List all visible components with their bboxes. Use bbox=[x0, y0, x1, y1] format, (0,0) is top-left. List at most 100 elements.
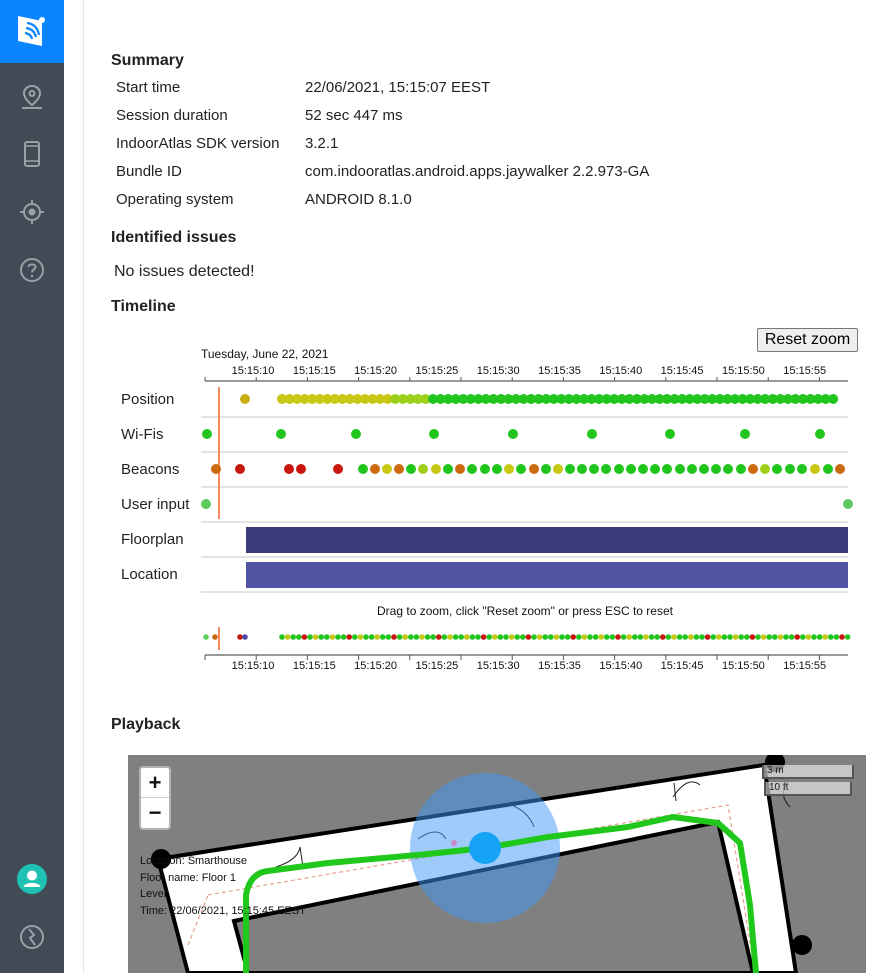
timeline-event-dot[interactable] bbox=[638, 464, 648, 474]
timeline-event-dot[interactable] bbox=[760, 634, 767, 640]
timeline-event-dot[interactable] bbox=[828, 634, 834, 640]
timeline-event-dot[interactable] bbox=[211, 464, 221, 474]
timeline-event-dot[interactable] bbox=[520, 634, 526, 640]
timeline-event-dot[interactable] bbox=[648, 634, 655, 640]
timeline-event-dot[interactable] bbox=[565, 464, 575, 474]
timeline-event-dot[interactable] bbox=[704, 634, 711, 640]
timeline-event-dot[interactable] bbox=[431, 464, 441, 474]
timeline-event-dot[interactable] bbox=[598, 634, 604, 640]
timeline-event-dot[interactable] bbox=[592, 634, 599, 640]
timeline-event-dot[interactable] bbox=[553, 634, 560, 640]
timeline-event-dot[interactable] bbox=[408, 634, 414, 640]
timeline-event-dot[interactable] bbox=[839, 634, 845, 640]
timeline-event-dot[interactable] bbox=[382, 464, 392, 474]
timeline-event-dot[interactable] bbox=[844, 634, 851, 640]
timeline-event-dot[interactable] bbox=[419, 634, 425, 640]
timeline-event-dot[interactable] bbox=[626, 634, 632, 640]
timeline-event-dot[interactable] bbox=[564, 634, 571, 640]
timeline-event-dot[interactable] bbox=[570, 634, 576, 640]
timeline-event-dot[interactable] bbox=[800, 634, 806, 640]
timeline-event-dot[interactable] bbox=[480, 464, 490, 474]
timeline-event-dot[interactable] bbox=[587, 429, 597, 439]
timeline-event-dot[interactable] bbox=[508, 634, 515, 640]
timeline-event-dot[interactable] bbox=[201, 499, 211, 509]
timeline-event-dot[interactable] bbox=[430, 634, 437, 640]
timeline-event-dot[interactable] bbox=[660, 634, 666, 640]
timeline-event-dot[interactable] bbox=[740, 429, 750, 439]
timeline-event-dot[interactable] bbox=[643, 634, 649, 640]
timeline-event-dot[interactable] bbox=[693, 634, 700, 640]
timeline-event-dot[interactable] bbox=[615, 634, 621, 640]
timeline-event-dot[interactable] bbox=[620, 634, 627, 640]
timeline-event-dot[interactable] bbox=[374, 634, 381, 640]
timeline-event-dot[interactable] bbox=[418, 464, 428, 474]
logo-button[interactable] bbox=[0, 0, 64, 63]
timeline-event-dot[interactable] bbox=[370, 464, 380, 474]
timeline-event-dot[interactable] bbox=[755, 634, 761, 640]
timeline-event-dot[interactable] bbox=[536, 634, 543, 640]
timeline-event-dot[interactable] bbox=[380, 634, 386, 640]
timeline-event-dot[interactable] bbox=[212, 634, 218, 640]
timeline-event-dot[interactable] bbox=[632, 634, 638, 640]
timeline-event-dot[interactable] bbox=[284, 634, 291, 640]
timeline-event-dot[interactable] bbox=[351, 429, 361, 439]
nav-devices[interactable] bbox=[16, 138, 48, 170]
timeline-event-dot[interactable] bbox=[604, 634, 610, 640]
timeline-event-dot[interactable] bbox=[766, 634, 772, 640]
timeline-event-dot[interactable] bbox=[650, 464, 660, 474]
timeline-event-dot[interactable] bbox=[424, 634, 431, 640]
timeline-event-dot[interactable] bbox=[797, 464, 807, 474]
timeline-event-dot[interactable] bbox=[242, 634, 248, 640]
timeline-event-dot[interactable] bbox=[368, 634, 375, 640]
timeline-event-dot[interactable] bbox=[402, 634, 409, 640]
timeline-event-dot[interactable] bbox=[675, 464, 685, 474]
timeline-event-dot[interactable] bbox=[772, 634, 778, 640]
timeline-event-dot[interactable] bbox=[492, 464, 502, 474]
timeline-event-dot[interactable] bbox=[237, 634, 243, 640]
timeline-event-dot[interactable] bbox=[296, 634, 302, 640]
timeline-event-dot[interactable] bbox=[346, 634, 353, 640]
timeline-event-dot[interactable] bbox=[296, 464, 306, 474]
timeline-event-dot[interactable] bbox=[529, 464, 539, 474]
timeline-event-dot[interactable] bbox=[312, 634, 319, 640]
timeline-event-dot[interactable] bbox=[654, 634, 660, 640]
timeline-event-dot[interactable] bbox=[467, 464, 477, 474]
timeline-event-dot[interactable] bbox=[710, 634, 716, 640]
nav-logout[interactable] bbox=[16, 921, 48, 953]
timeline-event-dot[interactable] bbox=[589, 464, 599, 474]
timeline-event-dot[interactable] bbox=[716, 634, 722, 640]
timeline-event-dot[interactable] bbox=[699, 634, 705, 640]
timeline-event-dot[interactable] bbox=[542, 634, 548, 640]
floorplan-bar[interactable] bbox=[246, 527, 848, 553]
timeline-event-dot[interactable] bbox=[503, 634, 509, 640]
timeline-event-dot[interactable] bbox=[455, 464, 465, 474]
timeline-event-dot[interactable] bbox=[843, 499, 853, 509]
timeline-event-dot[interactable] bbox=[333, 464, 343, 474]
timeline-event-dot[interactable] bbox=[788, 634, 795, 640]
timeline-event-dot[interactable] bbox=[508, 429, 518, 439]
timeline-event-dot[interactable] bbox=[721, 634, 728, 640]
timeline-event-dot[interactable] bbox=[828, 394, 839, 404]
timeline-event-dot[interactable] bbox=[324, 634, 330, 640]
timeline-event-dot[interactable] bbox=[723, 464, 733, 474]
timeline-event-dot[interactable] bbox=[749, 634, 756, 640]
timeline-event-dot[interactable] bbox=[531, 634, 537, 640]
timeline-event-dot[interactable] bbox=[329, 634, 336, 640]
timeline-event-dot[interactable] bbox=[682, 634, 688, 640]
timeline-event-dot[interactable] bbox=[307, 634, 313, 640]
timeline-event-dot[interactable] bbox=[492, 634, 498, 640]
timeline-event-dot[interactable] bbox=[301, 634, 308, 640]
timeline-event-dot[interactable] bbox=[609, 634, 616, 640]
timeline-event-dot[interactable] bbox=[614, 464, 624, 474]
timeline-event-dot[interactable] bbox=[810, 464, 820, 474]
timeline-event-dot[interactable] bbox=[738, 634, 744, 640]
timeline-event-dot[interactable] bbox=[577, 464, 587, 474]
timeline-event-dot[interactable] bbox=[665, 634, 672, 640]
timeline-event-dot[interactable] bbox=[447, 634, 453, 640]
timeline-event-dot[interactable] bbox=[823, 464, 833, 474]
timeline-event-dot[interactable] bbox=[475, 634, 481, 640]
timeline-event-dot[interactable] bbox=[357, 634, 364, 640]
playback-map[interactable]: + − Location: Smarthouse Floor name: Flo… bbox=[128, 755, 866, 973]
timeline-event-dot[interactable] bbox=[276, 429, 286, 439]
timeline-event-dot[interactable] bbox=[785, 464, 795, 474]
